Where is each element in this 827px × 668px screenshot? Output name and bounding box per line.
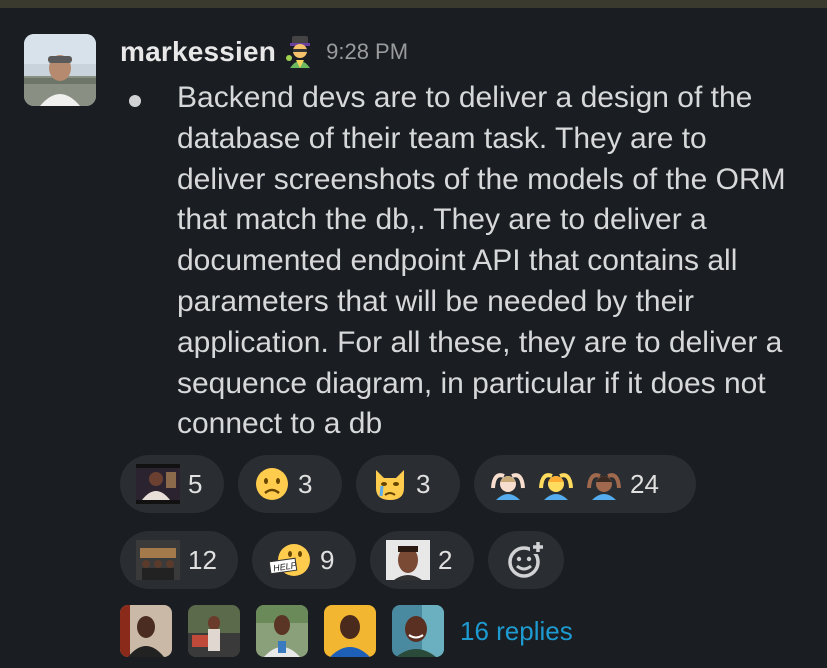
username[interactable]: markessien [120, 36, 276, 68]
reactions-row-2: 12 HELP 9 2 [120, 531, 564, 589]
reply-avatar[interactable] [188, 605, 240, 657]
person-gesturing-ok-dark-emoji-icon [587, 473, 621, 500]
custom-image-emoji-icon [136, 464, 180, 504]
reaction-custom-image[interactable]: 5 [120, 455, 224, 513]
reply-avatar[interactable] [392, 605, 444, 657]
reaction-count: 9 [320, 544, 335, 575]
crying-cat-emoji-icon [376, 470, 404, 500]
reaction-count: 12 [188, 544, 217, 575]
message-body: Backend devs are to deliver a design of … [125, 78, 815, 445]
reply-avatar[interactable] [324, 605, 376, 657]
thread-replies: 16 replies [120, 605, 573, 657]
reactions-row-1: 5 3 3 24 [120, 455, 696, 513]
reaction-custom-face[interactable]: 2 [370, 531, 474, 589]
reaction-coffin-dance[interactable]: 12 [120, 531, 238, 589]
reaction-crying-cat[interactable]: 3 [356, 455, 460, 513]
message-header: markessien 9:28 PM [120, 32, 408, 72]
reaction-count: 2 [438, 544, 453, 575]
reaction-person-gesturing-ok[interactable]: 24 [474, 455, 696, 513]
bullet-point [129, 95, 141, 107]
person-gesturing-ok-light-emoji-icon [491, 473, 525, 500]
reaction-count: 3 [416, 468, 431, 499]
reaction-count: 24 [630, 468, 659, 499]
reply-avatar[interactable] [256, 605, 308, 657]
message: markessien 9:28 PM Backend devs are to d… [0, 8, 827, 668]
replies-link[interactable]: 16 replies [460, 616, 573, 647]
ninja-emoji-icon [286, 36, 311, 68]
reaction-count: 5 [188, 468, 203, 499]
person-gesturing-ok-emoji-icon [539, 473, 573, 500]
timestamp[interactable]: 9:28 PM [326, 39, 408, 65]
top-bar [0, 0, 827, 8]
reply-avatar[interactable] [120, 605, 172, 657]
message-text: Backend devs are to deliver a design of … [177, 81, 786, 441]
reaction-count: 3 [298, 468, 313, 499]
add-reaction-button[interactable] [488, 531, 564, 589]
reaction-frowning-face[interactable]: 3 [238, 455, 342, 513]
custom-face-emoji-icon [386, 540, 430, 580]
coffin-dance-emoji-icon [136, 540, 180, 580]
reaction-help[interactable]: HELP 9 [252, 531, 356, 589]
user-avatar[interactable] [24, 34, 96, 106]
help-emoji-icon: HELP [268, 544, 310, 576]
frowning-face-emoji-icon [256, 468, 288, 500]
add-reaction-icon [508, 540, 546, 578]
